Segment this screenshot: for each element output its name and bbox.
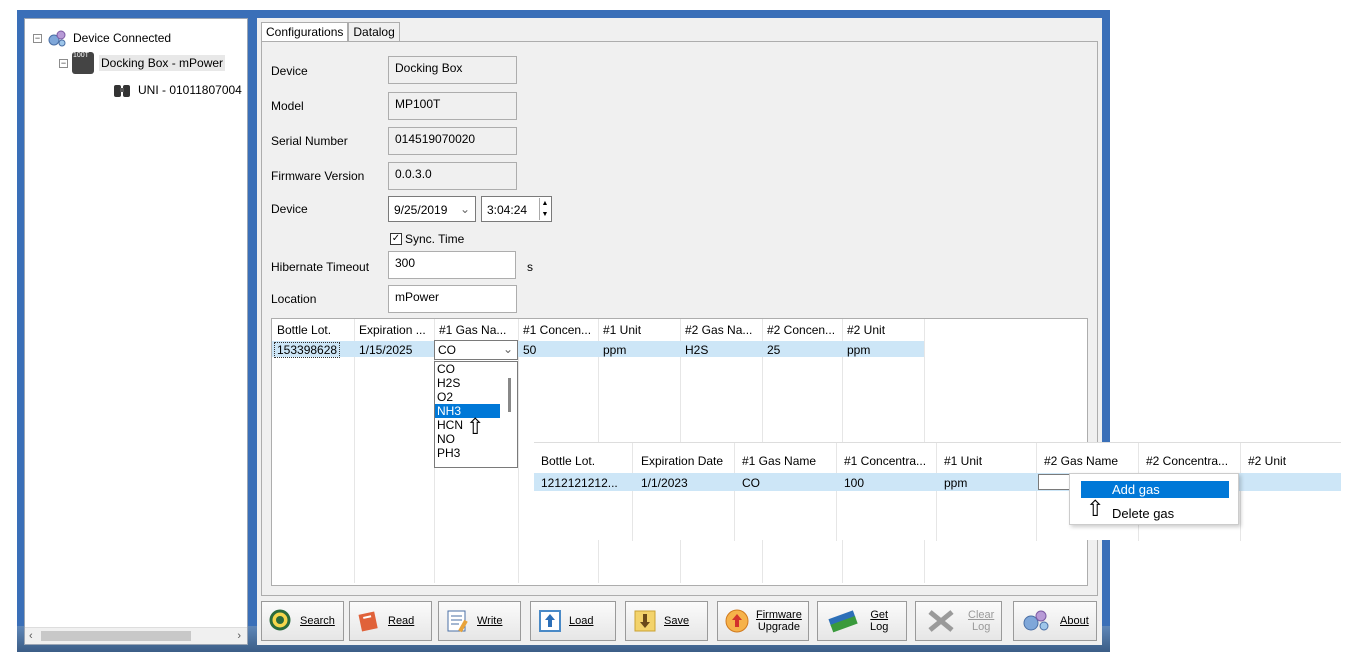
column-header[interactable]: #2 Concentra... [1146,454,1228,468]
tab-bar: Configurations Datalog [261,22,400,42]
serial-number-field: 014519070020 [388,127,517,155]
binoculars-icon [114,85,130,97]
column-header[interactable]: #1 Gas Na... [439,323,506,337]
table-cell[interactable]: ppm [603,343,626,357]
tree-label-root: Device Connected [73,31,172,45]
gears-icon [48,30,66,47]
read-button[interactable]: Read [349,601,432,641]
combo-value: CO [438,343,456,357]
table-cell[interactable]: 153398628 [274,342,341,358]
upload-icon [539,610,561,632]
clear-icon [928,610,954,632]
scroll-right-icon[interactable]: › [237,630,241,642]
dropdown-option[interactable]: H2S [435,376,517,390]
device-label: Device [271,64,308,78]
pointer-cursor-icon: ⇧ [1086,496,1105,521]
column-header[interactable]: #2 Unit [847,323,885,337]
scroll-left-icon[interactable]: ‹ [29,630,33,642]
tab-datalog[interactable]: Datalog [348,22,400,42]
column-header[interactable]: #1 Unit [944,454,982,468]
location-label: Location [271,292,317,306]
column-header[interactable]: #2 Gas Na... [685,323,752,337]
device-tree[interactable]: − Device Connected − 100T Docking Box - … [24,18,248,645]
column-header[interactable]: #1 Gas Name [742,454,816,468]
tree-horizontal-scrollbar[interactable]: ‹ › [25,627,247,644]
table-cell[interactable]: 25 [767,343,780,357]
about-button[interactable]: About [1013,601,1097,641]
firmware-upgrade-button[interactable]: Firmware Upgrade [717,601,809,641]
sync-time-checkbox[interactable]: ✓ Sync. Time [390,232,464,246]
hibernate-unit: s [527,260,533,274]
firmware-version-label: Firmware Version [271,169,365,183]
tree-node-docking-box[interactable]: − 100T Docking Box - mPower [59,52,226,74]
column-header[interactable]: Expiration ... [359,323,426,337]
load-button[interactable]: Load [530,601,616,641]
model-label: Model [271,99,304,113]
table-cell[interactable]: 1/15/2025 [359,343,412,357]
search-icon [269,609,291,631]
download-icon [634,610,656,632]
table-cell[interactable]: ppm [847,343,870,357]
gas-name-combobox[interactable]: CO ⌄ [434,340,518,360]
dropdown-option[interactable]: O2 [435,390,517,404]
write-button[interactable]: Write [438,601,521,641]
spin-buttons[interactable]: ▲ ▼ [539,198,550,220]
column-header[interactable]: #1 Concen... [523,323,591,337]
time-picker[interactable]: 3:04:24 ▲ ▼ [481,196,552,222]
model-field: MP100T [388,92,517,120]
date-value: 9/25/2019 [394,203,448,217]
firmware-upgrade-icon [725,609,749,633]
column-header[interactable]: #2 Gas Name [1044,454,1118,468]
column-header[interactable]: #1 Unit [603,323,641,337]
scroll-thumb[interactable] [41,631,191,641]
column-header[interactable]: Bottle Lot. [277,323,331,337]
table-cell[interactable]: 50 [523,343,536,357]
dropdown-scroll-thumb[interactable] [508,378,511,412]
column-header[interactable]: Expiration Date [641,454,723,468]
tree-node-uni[interactable]: UNI - 01011807004 [111,79,242,101]
books-icon [828,610,858,633]
pointer-cursor-icon: ⇧ [466,414,485,439]
checkmark-icon[interactable]: ✓ [390,233,402,245]
serial-number-label: Serial Number [271,134,348,148]
search-button[interactable]: Search [261,601,344,641]
time-value: 3:04:24 [487,203,528,217]
write-icon [447,610,468,633]
clear-log-button[interactable]: Clear Log [915,601,1002,641]
collapse-icon[interactable]: − [33,33,42,43]
collapse-icon[interactable]: − [59,58,68,68]
column-header[interactable]: #2 Unit [1248,454,1286,468]
chevron-down-icon[interactable]: ⌄ [460,202,470,216]
sync-time-label: Sync. Time [405,232,465,246]
save-button[interactable]: Save [625,601,708,641]
chevron-down-icon[interactable]: ⌄ [503,342,513,356]
tree-node-device-connected[interactable]: − Device Connected [33,27,171,49]
hibernate-timeout-input[interactable]: 300 [388,251,516,279]
tab-configurations[interactable]: Configurations [261,22,349,42]
docking-box-icon: 100T [72,52,94,74]
table-cell[interactable]: CO [742,476,760,490]
table-cell[interactable]: H2S [685,343,708,357]
column-header[interactable]: #2 Concen... [767,323,835,337]
get-log-button[interactable]: Get Log [817,601,907,641]
column-header[interactable]: Bottle Lot. [541,454,595,468]
hibernate-timeout-label: Hibernate Timeout [271,260,370,274]
table-cell[interactable]: 1212121212... [541,476,618,490]
table-cell[interactable]: ppm [944,476,967,490]
table-cell[interactable]: 1/1/2023 [641,476,688,490]
table-cell[interactable]: 100 [844,476,864,490]
firmware-version-field: 0.0.3.0 [388,162,517,190]
column-header[interactable]: #1 Concentra... [844,454,926,468]
date-picker[interactable]: 9/25/2019 ⌄ [388,196,476,222]
tree-label-docking-box: Docking Box - mPower [99,55,226,71]
device-date-label: Device [271,202,308,216]
tree-label-uni: UNI - 01011807004 [138,83,242,97]
book-icon [358,611,378,632]
dropdown-option[interactable]: CO [435,362,517,376]
device-field: Docking Box [388,56,517,84]
location-input[interactable]: mPower [388,285,517,313]
gears-icon [1023,610,1049,631]
dropdown-option[interactable]: PH3 [435,446,517,460]
